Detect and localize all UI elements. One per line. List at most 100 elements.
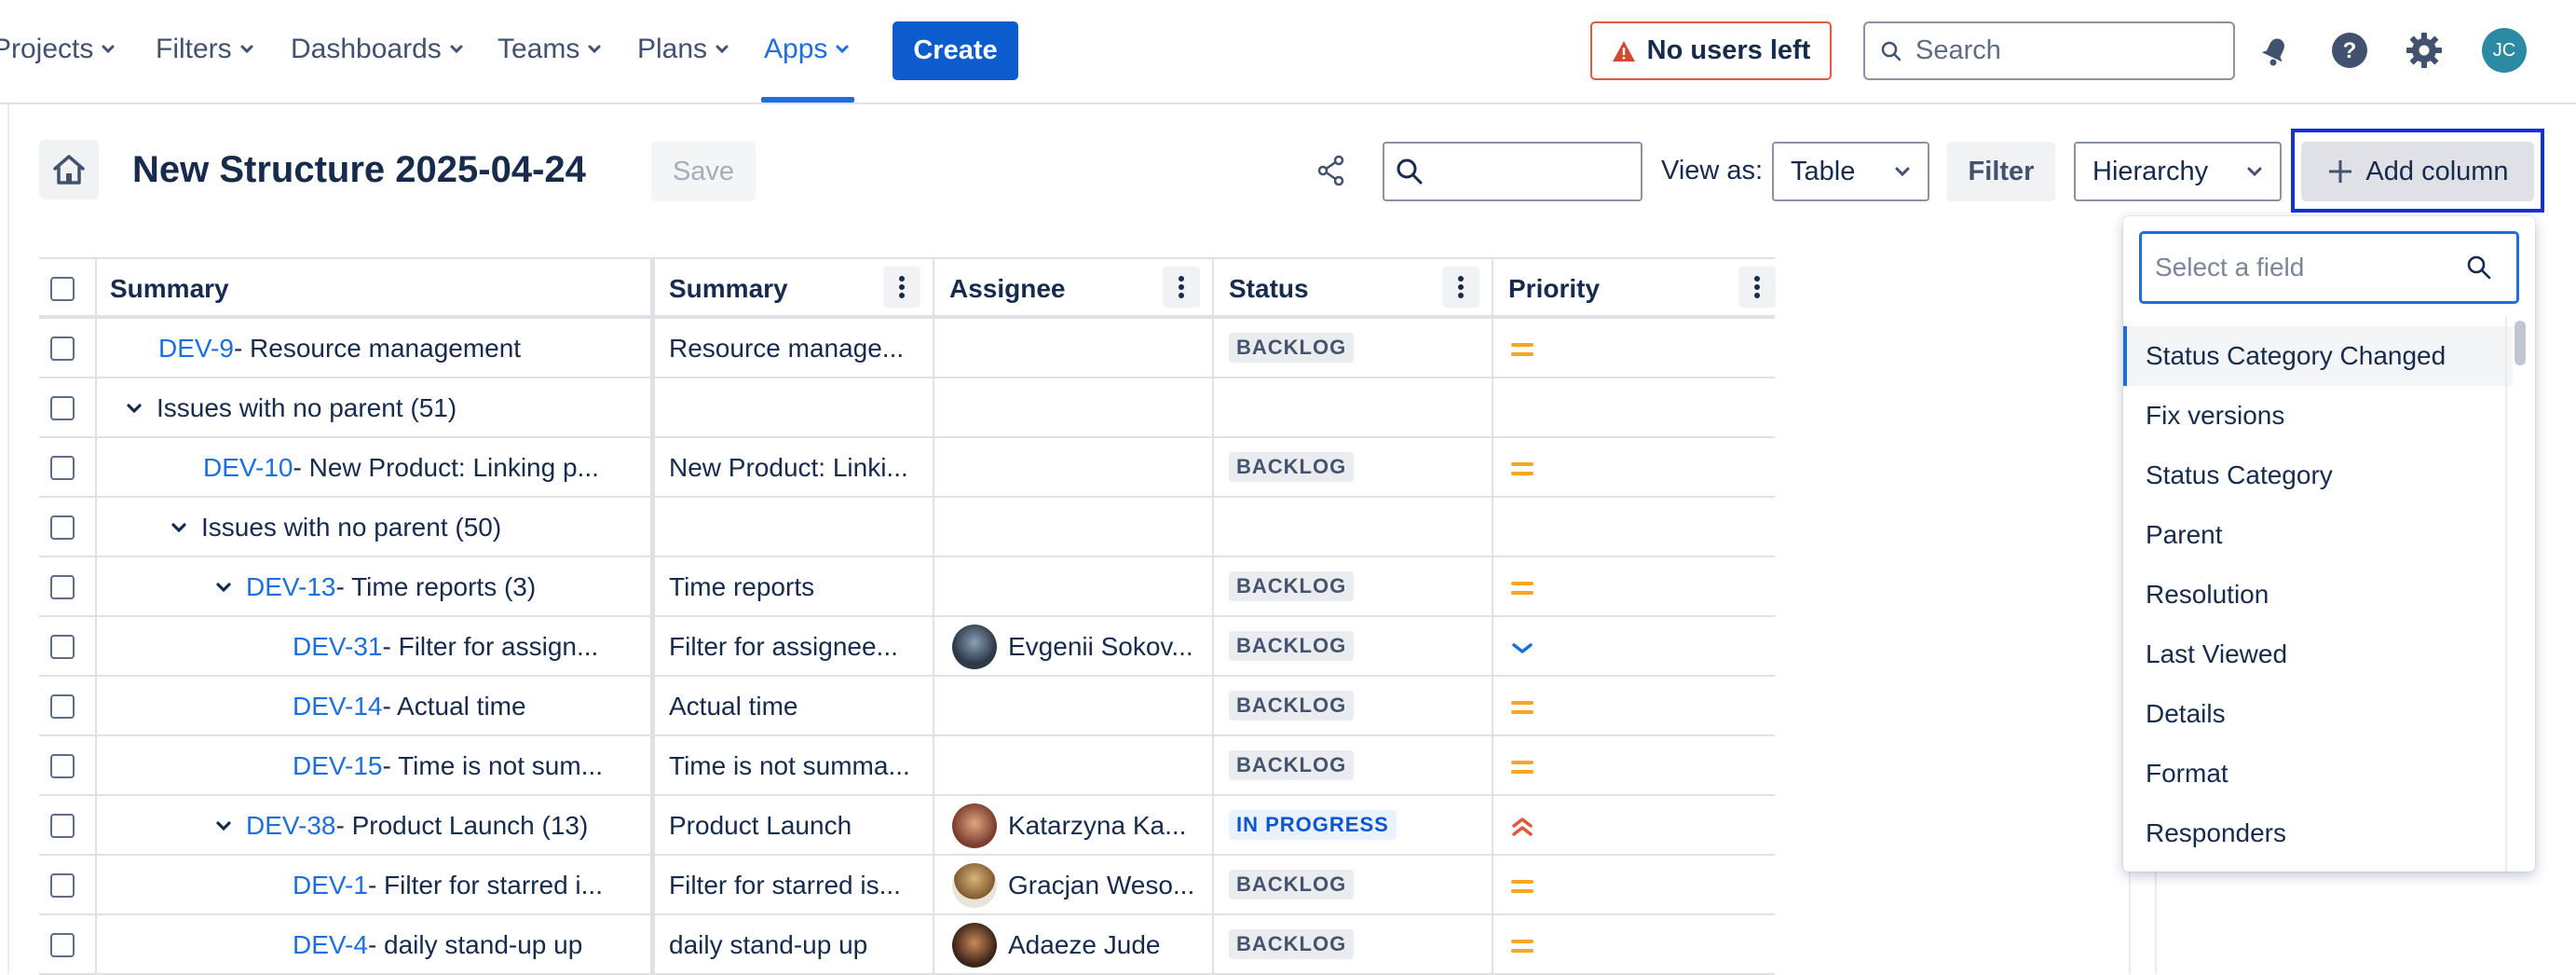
summary-column-cell[interactable]: Time reports bbox=[669, 572, 920, 602]
summary-cell[interactable]: Issues with no parent (51) bbox=[125, 393, 457, 423]
summary-column-cell[interactable]: Filter for starred is... bbox=[669, 871, 920, 900]
column-divider[interactable] bbox=[650, 257, 655, 974]
global-search[interactable] bbox=[1863, 21, 2235, 80]
no-users-left-button[interactable]: No users left bbox=[1590, 21, 1832, 80]
issue-key-link[interactable]: DEV-9 bbox=[158, 334, 234, 364]
chevron-down-icon[interactable] bbox=[125, 402, 143, 415]
row-checkbox[interactable] bbox=[50, 336, 75, 361]
status-badge[interactable]: BACKLOG bbox=[1229, 571, 1355, 601]
table-row[interactable]: Issues with no parent (50) bbox=[39, 498, 1775, 557]
nav-item-filters[interactable]: Filters bbox=[156, 34, 254, 65]
table-row[interactable]: DEV-9 - Resource management Resource mana… bbox=[39, 319, 1775, 378]
field-option[interactable]: Parent bbox=[2123, 505, 2513, 565]
column-header-summary[interactable]: Summary bbox=[110, 274, 229, 304]
issue-key-link[interactable]: DEV-13 bbox=[246, 572, 336, 602]
status-badge[interactable]: BACKLOG bbox=[1229, 452, 1355, 482]
summary-cell[interactable]: DEV-10 - New Product: Linking p... bbox=[203, 453, 599, 483]
hierarchy-select[interactable]: Hierarchy bbox=[2074, 142, 2282, 201]
field-option[interactable]: Fix versions bbox=[2123, 386, 2513, 446]
column-header-assignee[interactable]: Assignee bbox=[949, 274, 1066, 304]
column-menu-button[interactable] bbox=[883, 267, 920, 308]
field-option[interactable]: Status Category bbox=[2123, 446, 2513, 505]
create-button[interactable]: Create bbox=[893, 21, 1018, 80]
nav-item-plans[interactable]: Plans bbox=[637, 34, 729, 65]
settings-icon[interactable] bbox=[2404, 30, 2445, 71]
chevron-down-icon[interactable] bbox=[214, 819, 233, 832]
row-checkbox[interactable] bbox=[50, 933, 75, 957]
column-menu-button[interactable] bbox=[1738, 267, 1776, 308]
field-option[interactable]: Format bbox=[2123, 744, 2513, 803]
global-search-input[interactable] bbox=[1915, 35, 2214, 66]
summary-cell[interactable]: DEV-31 - Filter for assign... bbox=[293, 632, 598, 662]
summary-column-cell[interactable]: Filter for assignee... bbox=[669, 632, 920, 662]
row-checkbox[interactable] bbox=[50, 873, 75, 898]
view-select[interactable]: Table bbox=[1772, 142, 1929, 201]
chevron-down-icon[interactable] bbox=[214, 581, 233, 594]
issue-key-link[interactable]: DEV-31 bbox=[293, 632, 383, 662]
status-badge[interactable]: BACKLOG bbox=[1229, 750, 1355, 780]
assignee-cell[interactable]: Evgenii Sokov... bbox=[952, 625, 1193, 669]
status-badge[interactable]: BACKLOG bbox=[1229, 333, 1355, 363]
field-option[interactable]: Status Category Changed bbox=[2123, 326, 2513, 386]
row-checkbox[interactable] bbox=[50, 635, 75, 659]
row-checkbox[interactable] bbox=[50, 814, 75, 838]
row-checkbox[interactable] bbox=[50, 694, 75, 719]
summary-cell[interactable]: DEV-15 - Time is not sum... bbox=[293, 751, 603, 781]
table-row[interactable]: DEV-15 - Time is not sum... Time is not s… bbox=[39, 736, 1775, 796]
summary-column-cell[interactable]: Actual time bbox=[669, 692, 920, 721]
bell-icon[interactable] bbox=[2255, 30, 2296, 71]
issue-key-link[interactable]: DEV-1 bbox=[293, 871, 368, 900]
assignee-cell[interactable]: Gracjan Weso... bbox=[952, 863, 1194, 908]
row-checkbox[interactable] bbox=[50, 515, 75, 540]
table-row[interactable]: DEV-10 - New Product: Linking p... New Pr… bbox=[39, 438, 1775, 498]
status-badge[interactable]: BACKLOG bbox=[1229, 870, 1355, 899]
table-row[interactable]: Issues with no parent (51) bbox=[39, 378, 1775, 438]
field-search-input[interactable] bbox=[2155, 253, 2453, 282]
summary-cell[interactable]: DEV-14 - Actual time bbox=[293, 692, 526, 721]
status-badge[interactable]: BACKLOG bbox=[1229, 691, 1355, 721]
field-search[interactable] bbox=[2139, 231, 2519, 304]
scrollbar-thumb[interactable] bbox=[2515, 321, 2526, 365]
row-checkbox[interactable] bbox=[50, 575, 75, 599]
summary-column-cell[interactable]: Product Launch bbox=[669, 811, 920, 841]
chevron-down-icon[interactable] bbox=[170, 521, 188, 534]
row-checkbox[interactable] bbox=[50, 754, 75, 778]
select-all-checkbox[interactable] bbox=[50, 277, 75, 301]
summary-cell[interactable]: DEV-4 - daily stand-up up bbox=[293, 930, 582, 960]
row-checkbox[interactable] bbox=[50, 456, 75, 480]
filter-button[interactable]: Filter bbox=[1947, 142, 2055, 201]
summary-cell[interactable]: DEV-38 - Product Launch (13) bbox=[214, 811, 588, 841]
issue-key-link[interactable]: DEV-10 bbox=[203, 453, 293, 483]
issue-key-link[interactable]: DEV-38 bbox=[246, 811, 336, 841]
assignee-cell[interactable]: Katarzyna Ka... bbox=[952, 803, 1186, 848]
row-checkbox[interactable] bbox=[50, 396, 75, 420]
summary-column-cell[interactable]: Time is not summa... bbox=[669, 751, 920, 781]
nav-item-apps[interactable]: Apps bbox=[764, 34, 850, 65]
home-button[interactable] bbox=[39, 140, 99, 199]
issue-key-link[interactable]: DEV-4 bbox=[293, 930, 368, 960]
share-icon[interactable] bbox=[1316, 155, 1346, 186]
table-row[interactable]: DEV-14 - Actual time Actual time BACKLOG bbox=[39, 677, 1775, 736]
status-badge[interactable]: IN PROGRESS bbox=[1229, 810, 1397, 840]
summary-cell[interactable]: DEV-9 - Resource management bbox=[158, 334, 521, 364]
field-option[interactable]: Responders bbox=[2123, 803, 2513, 863]
assignee-cell[interactable]: Adaeze Jude bbox=[952, 923, 1160, 968]
user-avatar[interactable]: JC bbox=[2482, 28, 2527, 73]
column-menu-button[interactable] bbox=[1442, 267, 1479, 308]
issue-key-link[interactable]: DEV-15 bbox=[293, 751, 383, 781]
issue-key-link[interactable]: DEV-14 bbox=[293, 692, 383, 721]
summary-column-cell[interactable]: daily stand-up up bbox=[669, 930, 920, 960]
column-header-priority[interactable]: Priority bbox=[1508, 274, 1600, 304]
column-header-summary-2[interactable]: Summary bbox=[669, 274, 788, 304]
add-column-button[interactable]: Add column bbox=[2301, 142, 2534, 201]
table-row[interactable]: DEV-1 - Filter for starred i... Filter fo… bbox=[39, 856, 1775, 915]
column-header-status[interactable]: Status bbox=[1229, 274, 1309, 304]
table-row[interactable]: DEV-13 - Time reports (3) Time reports BAC… bbox=[39, 557, 1775, 617]
table-row[interactable]: DEV-4 - daily stand-up up daily stand-up … bbox=[39, 915, 1775, 975]
nav-item-projects[interactable]: Projects bbox=[0, 34, 116, 65]
field-option[interactable]: Details bbox=[2123, 684, 2513, 744]
field-option[interactable]: Resolution bbox=[2123, 565, 2513, 625]
save-button[interactable]: Save bbox=[651, 142, 756, 201]
help-icon[interactable]: ? bbox=[2329, 30, 2370, 71]
status-badge[interactable]: BACKLOG bbox=[1229, 631, 1355, 661]
